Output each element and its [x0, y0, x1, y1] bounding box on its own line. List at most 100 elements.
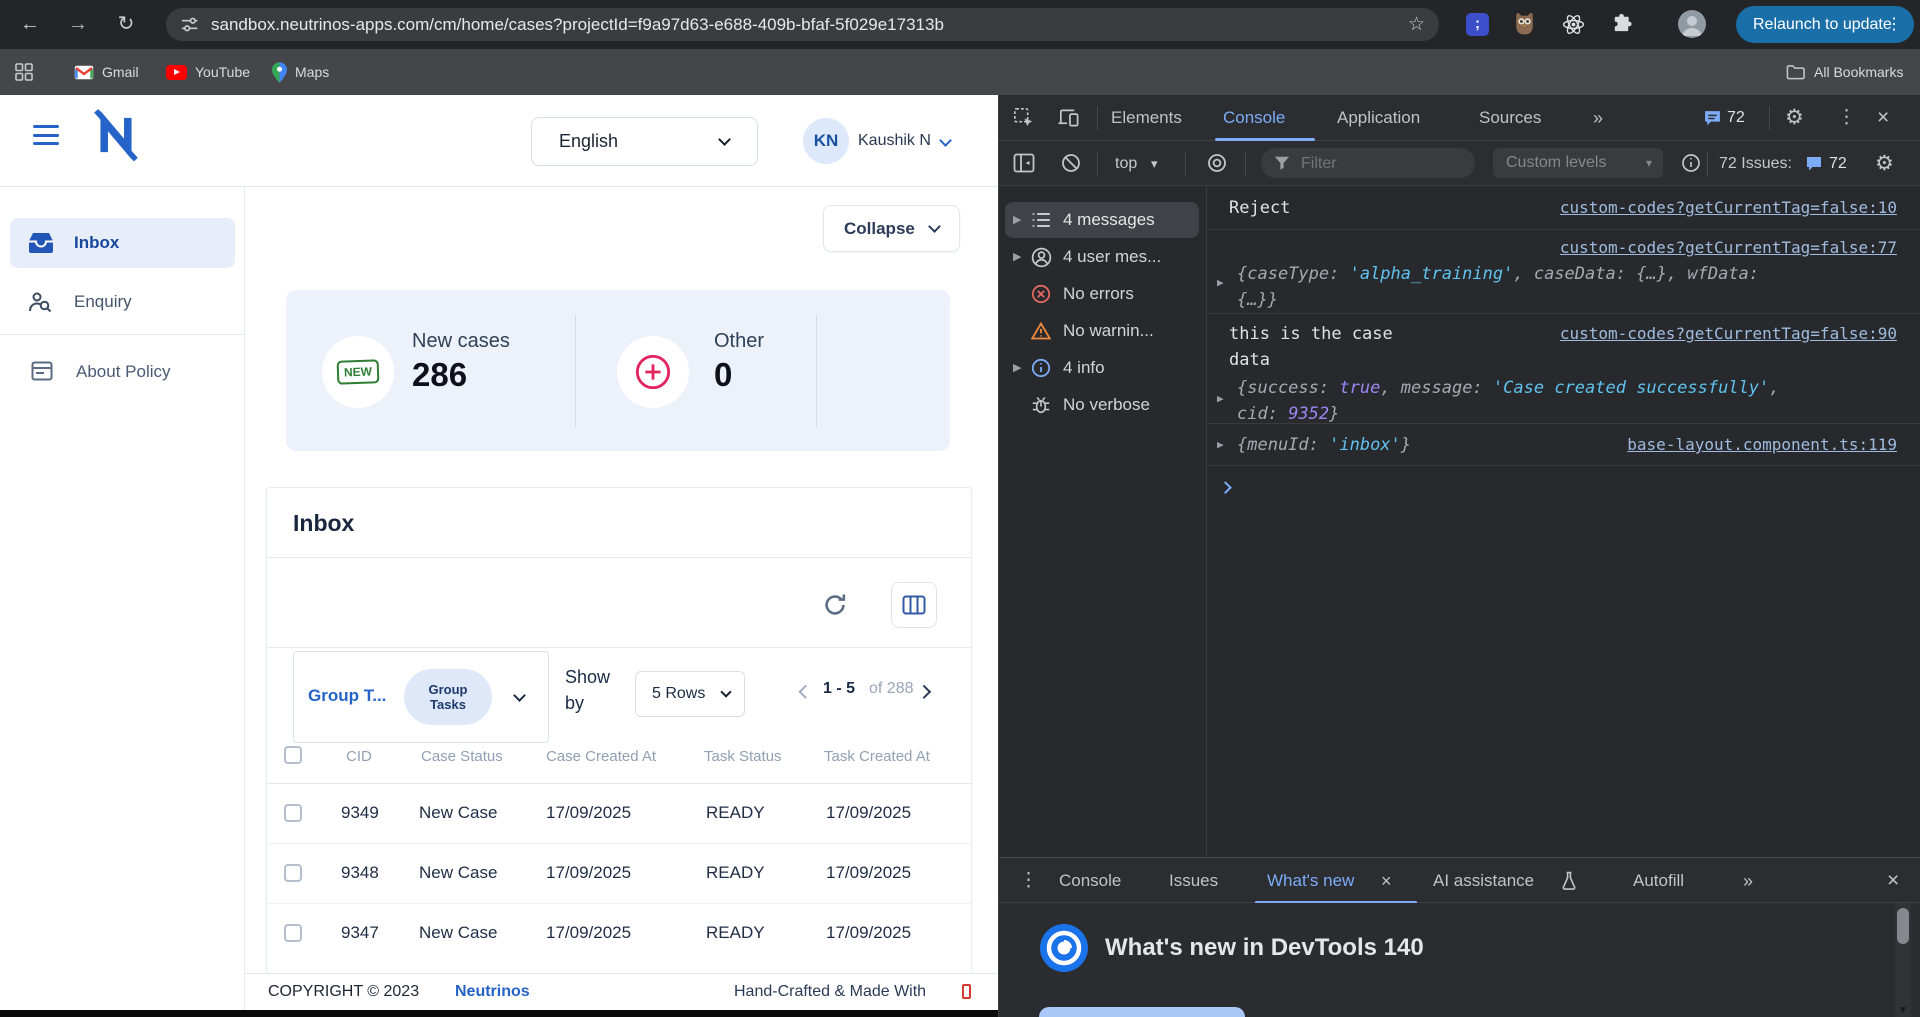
user-menu-chevron-icon[interactable]: [939, 134, 952, 147]
drawer-tab-issues[interactable]: Issues: [1169, 858, 1218, 904]
drawer-tab-autofill[interactable]: Autofill: [1633, 858, 1684, 904]
source-link[interactable]: base-layout.component.ts:119: [1627, 424, 1897, 466]
tab-console[interactable]: Console: [1223, 95, 1285, 141]
console-message[interactable]: ▶ {menuId: 'inbox'} base-layout.componen…: [1207, 424, 1920, 466]
expand-icon[interactable]: ▶: [1013, 239, 1021, 275]
page-next-icon[interactable]: [917, 685, 931, 699]
context-caret-icon[interactable]: ▾: [1151, 141, 1158, 186]
console-message[interactable]: Reject custom-codes?getCurrentTag=false:…: [1207, 186, 1920, 230]
expand-icon[interactable]: ▶: [1217, 424, 1224, 466]
tab-elements[interactable]: Elements: [1111, 95, 1182, 141]
bookmark-maps[interactable]: Maps: [272, 49, 329, 95]
scrollbar-down-arrow-icon[interactable]: ▼: [1895, 1005, 1911, 1016]
extension-react-icon[interactable]: [1562, 13, 1585, 41]
console-message[interactable]: this is the case custom-codes?getCurrent…: [1207, 314, 1920, 424]
extension-owl-icon[interactable]: [1512, 10, 1537, 42]
source-link[interactable]: custom-codes?getCurrentTag=false:10: [1560, 186, 1897, 230]
issues-count-label[interactable]: 72 Issues:: [1719, 141, 1792, 186]
sidebar-filter-verbose[interactable]: No verbose: [1005, 387, 1199, 423]
columns-button[interactable]: [891, 582, 937, 628]
info-circle-icon[interactable]: [1681, 153, 1701, 178]
column-header[interactable]: Task Status: [704, 748, 782, 765]
browser-menu-icon[interactable]: ⋮: [1886, 6, 1902, 43]
settings-gear-icon[interactable]: ⚙: [1785, 95, 1804, 141]
bookmark-star-icon[interactable]: ☆: [1408, 8, 1425, 41]
sidebar-filter-errors[interactable]: No errors: [1005, 276, 1199, 312]
column-header[interactable]: Task Created At: [824, 748, 930, 765]
scrollbar-thumb[interactable]: [1897, 908, 1909, 944]
tab-sources[interactable]: Sources: [1479, 95, 1541, 141]
drawer-tab-whats-new[interactable]: What's new: [1267, 858, 1354, 904]
user-name[interactable]: Kaushik N: [858, 95, 931, 187]
sidebar-filter-warnings[interactable]: No warnin...: [1005, 313, 1199, 349]
user-avatar[interactable]: KN: [803, 118, 849, 164]
drawer-close-icon[interactable]: ×: [1887, 858, 1899, 904]
column-header[interactable]: CID: [346, 748, 372, 765]
rows-per-page-select[interactable]: 5 Rows: [635, 671, 745, 717]
sidebar-item-about-policy[interactable]: About Policy: [10, 349, 235, 395]
issues-count-top[interactable]: 72: [1727, 95, 1745, 141]
console-filter[interactable]: [1261, 148, 1475, 180]
custom-levels-select[interactable]: Custom levels ▾: [1493, 148, 1663, 178]
group-tasks-chip[interactable]: Group Tasks: [404, 669, 492, 725]
drawer-menu-icon[interactable]: ⋮: [1019, 858, 1038, 904]
row-checkbox[interactable]: [284, 804, 302, 822]
neutrinos-logo[interactable]: [86, 104, 146, 171]
refresh-icon[interactable]: [821, 591, 849, 624]
all-bookmarks-button[interactable]: All Bookmarks: [1786, 49, 1903, 95]
row-checkbox[interactable]: [284, 924, 302, 942]
console-sidebar-toggle-icon[interactable]: [1013, 153, 1035, 178]
reload-icon[interactable]: ↻: [112, 0, 140, 49]
column-header[interactable]: Case Status: [421, 748, 503, 765]
source-link[interactable]: custom-codes?getCurrentTag=false:77: [1560, 235, 1897, 261]
issues-bubble-icon[interactable]: [1703, 109, 1722, 133]
apps-grid-icon[interactable]: [14, 62, 34, 87]
source-link[interactable]: custom-codes?getCurrentTag=false:90: [1560, 321, 1897, 347]
column-header[interactable]: Case Created At: [546, 748, 656, 765]
page-prev-icon[interactable]: [799, 685, 813, 699]
issues-bubble-icon[interactable]: [1805, 155, 1823, 178]
tab-application[interactable]: Application: [1337, 95, 1420, 141]
drawer-more-tabs-icon[interactable]: »: [1743, 858, 1753, 904]
expand-icon[interactable]: ▶: [1217, 386, 1224, 412]
clear-console-icon[interactable]: [1061, 153, 1081, 178]
drawer-tab-console[interactable]: Console: [1059, 858, 1121, 904]
menu-hamburger-icon[interactable]: [33, 125, 59, 146]
select-all-checkbox[interactable]: [284, 746, 302, 764]
bookmark-youtube[interactable]: YouTube: [166, 49, 250, 95]
collapse-button[interactable]: Collapse: [823, 205, 960, 252]
row-checkbox[interactable]: [284, 864, 302, 882]
brand-link[interactable]: Neutrinos: [455, 974, 530, 1010]
expand-icon[interactable]: ▶: [1217, 270, 1224, 296]
forward-icon[interactable]: →: [64, 0, 92, 49]
address-bar[interactable]: sandbox.neutrinos-apps.com/cm/home/cases…: [166, 8, 1439, 41]
sidebar-filter-user-messages[interactable]: ▶ 4 user mes...: [1005, 239, 1199, 275]
profile-avatar[interactable]: [1678, 10, 1706, 38]
live-expression-icon[interactable]: [1207, 153, 1227, 178]
sidebar-item-enquiry[interactable]: Enquiry: [10, 279, 235, 325]
sidebar-filter-info[interactable]: ▶ 4 info: [1005, 350, 1199, 386]
more-tabs-icon[interactable]: »: [1593, 95, 1603, 141]
drawer-scrollbar[interactable]: ▼: [1895, 903, 1911, 1017]
drawer-tab-close-icon[interactable]: ×: [1381, 858, 1392, 904]
extension-semicolon-icon[interactable]: ;: [1466, 13, 1489, 36]
drawer-tab-ai-assistance[interactable]: AI assistance: [1433, 858, 1534, 904]
whats-new-card-peek[interactable]: [1039, 1007, 1245, 1017]
relaunch-button[interactable]: Relaunch to update ⋮: [1736, 6, 1914, 43]
language-select[interactable]: English: [531, 117, 758, 166]
bookmark-gmail[interactable]: Gmail: [74, 49, 139, 95]
sidebar-item-inbox[interactable]: Inbox: [10, 218, 235, 268]
filter-input[interactable]: [1299, 148, 1463, 180]
sidebar-filter-messages[interactable]: ▶ 4 messages: [1005, 202, 1199, 238]
console-message[interactable]: custom-codes?getCurrentTag=false:77 ▶ {c…: [1207, 230, 1920, 314]
devtools-menu-icon[interactable]: ⋮: [1837, 95, 1856, 141]
device-toolbar-icon[interactable]: [1057, 107, 1080, 134]
extensions-puzzle-icon[interactable]: [1610, 12, 1633, 40]
inspect-icon[interactable]: [1013, 107, 1035, 134]
back-icon[interactable]: ←: [16, 0, 44, 49]
group-tasks-select[interactable]: Group T... Group Tasks: [293, 651, 549, 743]
expand-icon[interactable]: ▶: [1013, 202, 1021, 238]
context-selector[interactable]: top: [1115, 141, 1137, 186]
site-settings-icon[interactable]: [180, 15, 199, 39]
expand-icon[interactable]: ▶: [1013, 350, 1021, 386]
